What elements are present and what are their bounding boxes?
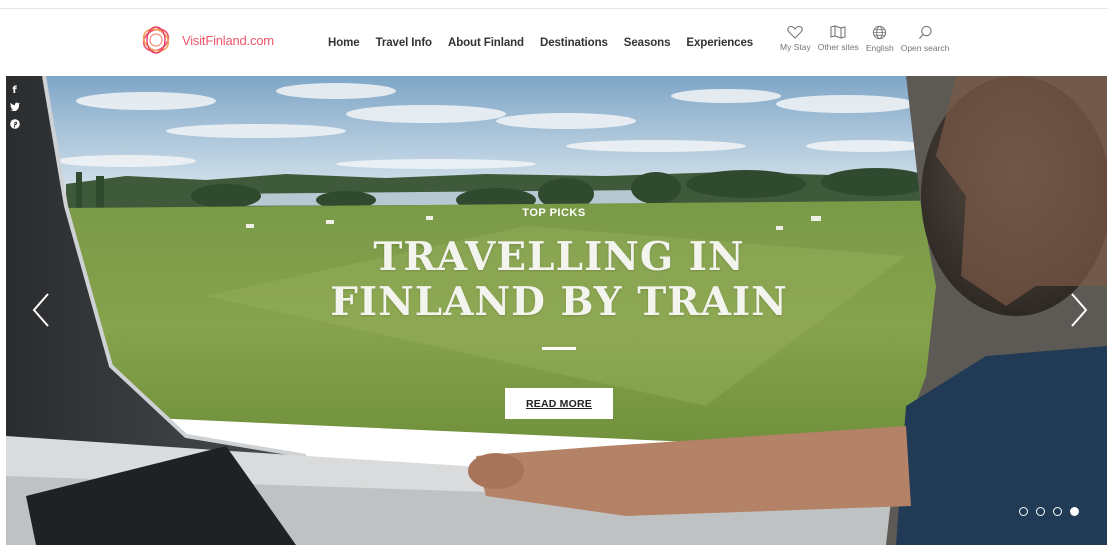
twitter-icon (9, 102, 20, 112)
main-nav: Home Travel Info About Finland Destinati… (328, 37, 769, 49)
social-share-bar: f (6, 82, 23, 136)
nav-item-about-finland[interactable]: About Finland (448, 37, 524, 49)
globe-icon (873, 25, 887, 40)
language-button[interactable]: English (866, 25, 894, 53)
hero-headline: TRAVELLING IN FINLAND BY TRAIN (0, 235, 1108, 325)
hero-headline-line-1: TRAVELLING IN (373, 234, 745, 280)
search-icon (918, 25, 932, 39)
site-logo[interactable]: VisitFinland.com (138, 23, 274, 57)
map-icon (830, 25, 846, 39)
language-label: English (865, 43, 894, 53)
carousel-dot-1[interactable] (1019, 507, 1028, 516)
chevron-right-icon (1071, 293, 1088, 327)
carousel-dot-3[interactable] (1053, 507, 1062, 516)
carousel-next-button[interactable] (1068, 290, 1092, 330)
open-search-label: Open search (900, 43, 950, 53)
nav-item-destinations[interactable]: Destinations (540, 37, 608, 49)
heart-icon (787, 25, 804, 39)
read-more-button[interactable]: READ MORE (505, 388, 613, 419)
carousel-dot-4[interactable] (1070, 507, 1079, 516)
hero-eyebrow: TOP PICKS (522, 207, 586, 219)
visitfinland-logo-icon (142, 26, 170, 54)
site-header: VisitFinland.com Home Travel Info About … (0, 9, 1108, 76)
nav-item-experiences[interactable]: Experiences (686, 37, 753, 49)
chevron-left-icon (32, 293, 49, 327)
hero-headline-line-2: FINLAND BY TRAIN (330, 279, 788, 325)
pinterest-share-button[interactable] (6, 118, 23, 136)
my-stay-button[interactable]: My Stay (780, 25, 811, 53)
header-tools: My Stay Other sites English Open search (780, 25, 956, 53)
twitter-share-button[interactable] (6, 100, 23, 118)
my-stay-label: My Stay (780, 42, 811, 52)
open-search-button[interactable]: Open search (900, 25, 950, 53)
pinterest-icon (9, 119, 20, 129)
carousel-pagination (1019, 507, 1087, 516)
carousel-prev-button[interactable] (28, 290, 52, 330)
logo-text: VisitFinland.com (182, 32, 274, 48)
other-sites-label: Other sites (817, 42, 859, 52)
top-border (0, 0, 1108, 9)
nav-item-seasons[interactable]: Seasons (624, 37, 671, 49)
carousel-dot-2[interactable] (1036, 507, 1045, 516)
facebook-share-button[interactable]: f (6, 82, 23, 100)
other-sites-button[interactable]: Other sites (818, 25, 859, 53)
hero-divider (542, 347, 576, 350)
nav-item-travel-info[interactable]: Travel Info (376, 37, 433, 49)
nav-item-home[interactable]: Home (328, 37, 360, 49)
